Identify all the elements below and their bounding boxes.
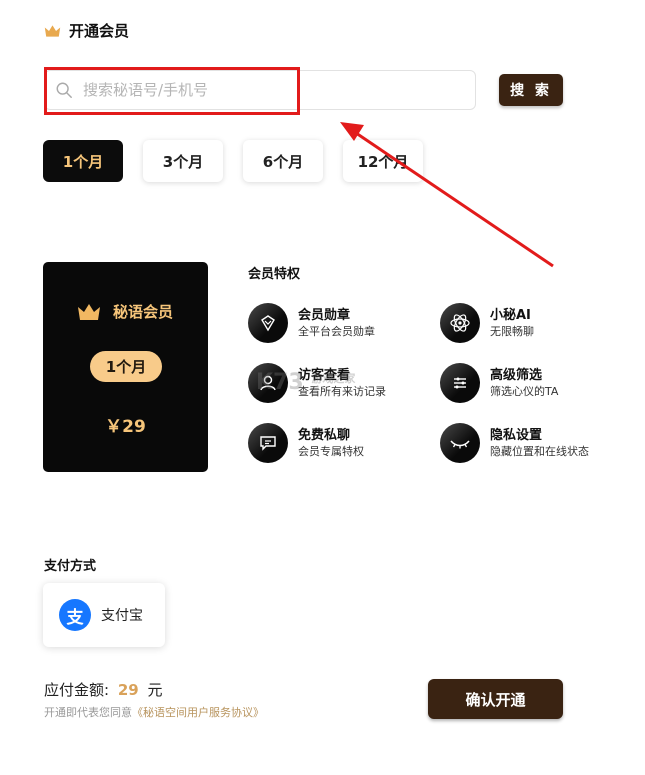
feature-item-filter: 高级筛选 筛选心仪的TA (440, 363, 558, 403)
amount-value: 29 (117, 681, 139, 699)
page-title: 开通会员 (69, 22, 130, 40)
feature-item-visitor: 访客查看 查看所有来访记录 (248, 363, 386, 403)
feature-item-ai: 小秘AI 无限畅聊 (440, 303, 534, 343)
feature-desc: 无限畅聊 (490, 325, 534, 338)
tab-6-months[interactable]: 6个月 (243, 140, 323, 182)
visitor-icon (248, 363, 288, 403)
feature-desc: 查看所有来访记录 (298, 385, 386, 398)
alipay-icon: 支 (59, 599, 91, 631)
feature-name: 免费私聊 (298, 428, 351, 443)
features-title: 会员特权 (248, 267, 301, 282)
medal-icon (248, 303, 288, 343)
feature-item-medal: 会员勋章 全平台会员勋章 (248, 303, 375, 343)
confirm-button[interactable]: 确认开通 (428, 679, 563, 719)
feature-name: 访客查看 (298, 368, 351, 383)
feature-desc: 筛选心仪的TA (490, 385, 559, 398)
atom-icon (440, 303, 480, 343)
amount-unit: 元 (147, 681, 163, 699)
feature-name: 高级筛选 (490, 368, 543, 383)
agreement-link[interactable]: 《秘语空间用户服务协议》 (132, 706, 264, 719)
feature-name: 小秘AI (490, 308, 531, 323)
annotation-highlight-box (44, 67, 300, 115)
feature-desc: 全平台会员勋章 (298, 325, 375, 338)
feature-name: 隐私设置 (490, 428, 543, 443)
payment-option-alipay[interactable]: 支 支付宝 (43, 583, 165, 647)
feature-desc: 会员专属特权 (298, 445, 364, 458)
crown-icon (78, 304, 100, 320)
tab-1-month[interactable]: 1个月 (43, 140, 123, 182)
feature-name: 会员勋章 (298, 308, 351, 323)
agreement-prefix: 开通即代表您同意 (44, 706, 132, 719)
feature-item-chat: 免费私聊 会员专属特权 (248, 423, 364, 463)
agreement-text: 开通即代表您同意《秘语空间用户服务协议》 (44, 704, 264, 720)
crown-icon (44, 24, 61, 37)
vip-card-duration: 1个月 (90, 351, 162, 382)
tab-3-months[interactable]: 3个月 (143, 140, 223, 182)
filter-icon (440, 363, 480, 403)
amount-row: 应付金额: 29 元 (44, 679, 163, 700)
amount-label: 应付金额: (44, 681, 110, 699)
closed-eye-icon (440, 423, 480, 463)
page-header: 开通会员 (44, 20, 129, 41)
search-button[interactable]: 搜 索 (499, 74, 563, 106)
tab-12-months[interactable]: 12个月 (343, 140, 423, 182)
plan-tabs: 1个月 3个月 6个月 12个月 (43, 140, 423, 182)
payment-title: 支付方式 (44, 559, 97, 574)
vip-plan-card[interactable]: 秘语会员 1个月 ￥29 (43, 262, 208, 472)
chat-icon (248, 423, 288, 463)
payment-option-label: 支付宝 (101, 608, 143, 624)
feature-item-privacy: 隐私设置 隐藏位置和在线状态 (440, 423, 589, 463)
vip-card-title: 秘语会员 (113, 303, 174, 321)
vip-card-price: ￥29 (105, 417, 146, 437)
feature-desc: 隐藏位置和在线状态 (490, 445, 589, 458)
